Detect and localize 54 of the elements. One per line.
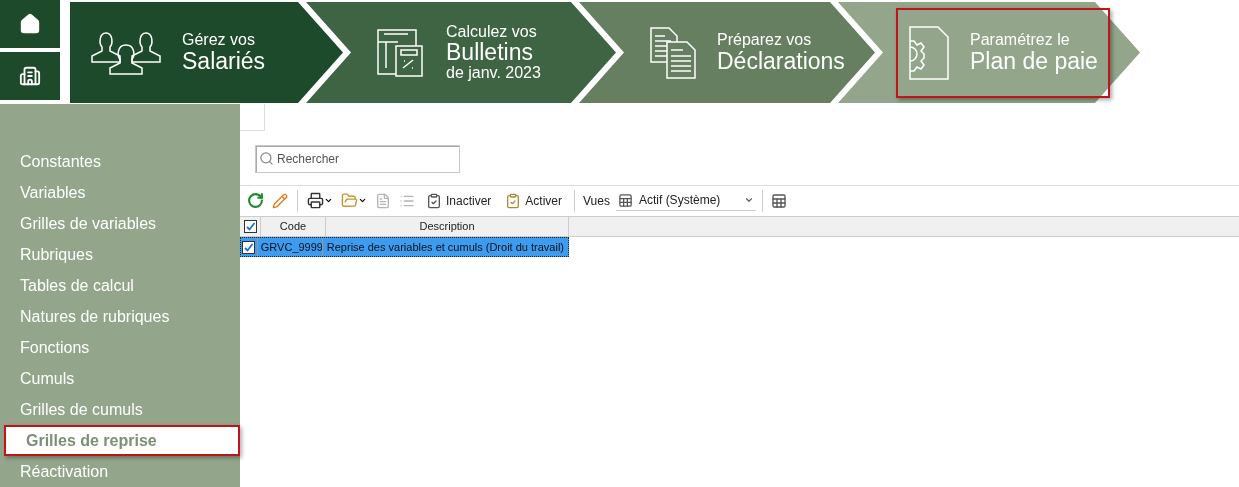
- step-caption: Calculez vos: [446, 23, 538, 41]
- printer-icon: [307, 192, 324, 209]
- step-title: Bulletins: [446, 40, 534, 65]
- home-button[interactable]: [0, 0, 60, 48]
- caret-icon: [743, 195, 754, 205]
- document-icon: [375, 192, 391, 209]
- step-caption: Paramétrez le: [970, 32, 1071, 49]
- row-checkbox[interactable]: [242, 240, 256, 254]
- caret-icon: [358, 196, 367, 205]
- toolbar-button[interactable]: Activer: [499, 188, 569, 213]
- table-settings-icon: [770, 192, 787, 209]
- table-row[interactable]: GRVC_9999 Reprise des variables et cumuls (Droit du travail): [240, 237, 569, 257]
- step-title: Plan de paie: [970, 48, 1098, 73]
- sidebar-item[interactable]: Réactivation: [0, 456, 240, 487]
- pencil-icon: [272, 192, 288, 209]
- table-cell: GRVC_9999: [256, 238, 322, 256]
- column-header[interactable]: Description: [326, 217, 569, 236]
- sidebar-item[interactable]: Tables de calcul: [0, 270, 240, 301]
- column-header[interactable]: Code: [261, 217, 326, 236]
- refresh-icon: [247, 192, 264, 209]
- sidebar-item[interactable]: Constantes: [0, 146, 240, 177]
- sidebar-item[interactable]: Grilles de cumuls: [0, 394, 240, 425]
- step-caption: Préparez vos: [717, 32, 813, 49]
- step-caption: Gérez vos: [182, 32, 256, 49]
- step-title: Salariés: [182, 48, 266, 73]
- calculator-sheet-icon: [376, 27, 426, 78]
- sidebar-item[interactable]: Variables: [0, 177, 240, 208]
- sidebar-item[interactable]: Fonctions: [0, 332, 240, 363]
- views-dropdown[interactable]: Actif (Système): [615, 190, 756, 211]
- step-tab[interactable]: Paramétrez le Plan de paie: [896, 7, 1110, 98]
- caret-icon: [324, 196, 333, 205]
- sidebar-item[interactable]: Grilles de variables: [0, 208, 240, 239]
- search-field[interactable]: Rechercher: [255, 145, 460, 173]
- table-cell: Reprise des variables et cumuls (Droit du travail): [321, 238, 568, 256]
- folder-icon: [341, 192, 358, 209]
- clipboard-check-icon: [426, 192, 442, 209]
- step-subtitle: de janv. 2023: [446, 64, 541, 82]
- step-title: Déclarations: [717, 48, 845, 73]
- home-icon: [19, 13, 41, 35]
- sidebar-item[interactable]: Cumuls: [0, 363, 240, 394]
- sidebar-item[interactable]: Natures de rubriques: [0, 301, 240, 332]
- select-all-checkbox[interactable]: [243, 220, 257, 233]
- views-label: Vues: [583, 192, 610, 210]
- search-icon: [259, 151, 274, 166]
- gear-document-icon: [908, 24, 950, 81]
- clipboard-check-icon: [505, 192, 522, 209]
- toolbar-button[interactable]: Inactiver: [420, 188, 498, 213]
- sidebar-item[interactable]: Rubriques: [0, 239, 240, 270]
- people-icon: [90, 29, 162, 76]
- company-button[interactable]: [0, 52, 60, 100]
- documents-icon: [649, 25, 697, 80]
- sidebar-item[interactable]: Grilles de reprise: [4, 425, 240, 456]
- building-icon: [19, 65, 41, 87]
- table-icon: [617, 192, 633, 208]
